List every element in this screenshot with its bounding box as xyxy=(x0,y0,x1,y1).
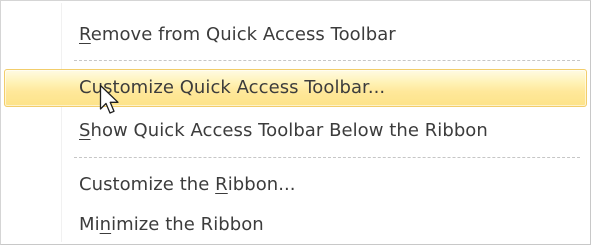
menu-item-label: Minimize the Ribbon xyxy=(79,214,264,235)
menu-item-show-qat-below-ribbon[interactable]: Show Quick Access Toolbar Below the Ribb… xyxy=(4,112,587,150)
menu-item-label: Customize the Ribbon... xyxy=(79,174,296,195)
menu-separator xyxy=(74,157,580,158)
access-key: R xyxy=(215,174,228,195)
menu-item-label: Remove from Quick Access Toolbar xyxy=(79,24,396,45)
menu-item-label: Show Quick Access Toolbar Below the Ribb… xyxy=(79,120,488,141)
menu-item-minimize-ribbon[interactable]: Minimize the Ribbon xyxy=(4,206,587,244)
access-key: s xyxy=(103,77,113,98)
access-key: S xyxy=(79,120,91,141)
access-key: R xyxy=(79,24,91,45)
menu-item-customize-qat[interactable]: Customize Quick Access Toolbar... xyxy=(4,69,587,107)
menu-item-remove-from-qat[interactable]: Remove from Quick Access Toolbar xyxy=(4,16,587,54)
menu-item-label: Customize Quick Access Toolbar... xyxy=(79,77,386,98)
access-key: n xyxy=(99,214,112,235)
menu-separator xyxy=(74,60,580,61)
quick-access-context-menu: Remove from Quick Access Toolbar Customi… xyxy=(0,0,591,245)
menu-item-customize-ribbon[interactable]: Customize the Ribbon... xyxy=(4,166,587,204)
